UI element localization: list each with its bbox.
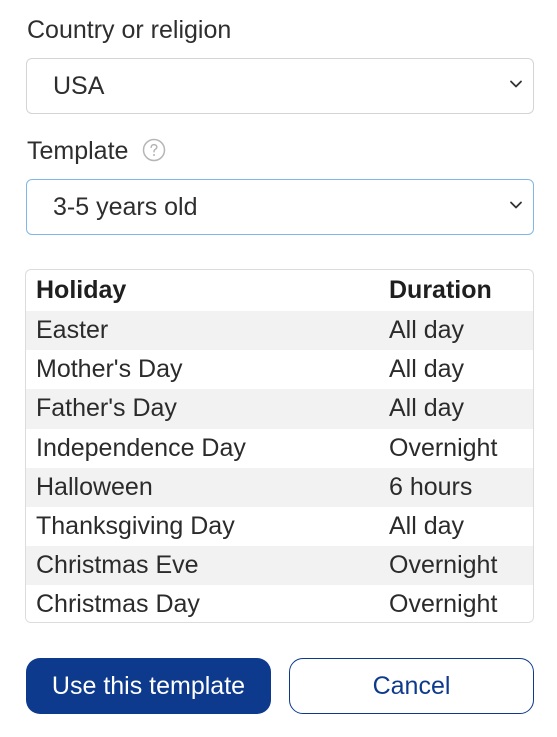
table-row: Halloween 6 hours	[26, 467, 533, 507]
holiday-cell: Christmas Day	[36, 590, 200, 619]
table-row: Thanksgiving Day All day	[26, 506, 533, 547]
country-select[interactable]: USA	[26, 58, 534, 114]
column-header-holiday: Holiday	[36, 276, 127, 304]
table-row: Christmas Eve Overnight	[26, 546, 533, 586]
table-row: Independence Day Overnight	[26, 428, 533, 468]
chevron-down-icon	[510, 201, 522, 209]
template-label-row: Template	[27, 136, 166, 166]
holiday-cell: Father's Day	[36, 394, 177, 423]
column-header-duration: Duration	[389, 276, 492, 304]
holiday-cell: Independence Day	[36, 433, 246, 462]
template-select-value: 3-5 years old	[53, 192, 198, 221]
holiday-cell: Easter	[36, 316, 109, 345]
table-row: Christmas Day Overnight	[26, 585, 533, 622]
duration-cell: All day	[389, 394, 465, 423]
use-template-button[interactable]: Use this template	[26, 658, 271, 714]
holiday-cell: Halloween	[36, 472, 153, 501]
table-row: Easter All day	[26, 311, 533, 351]
duration-cell: All day	[389, 316, 465, 345]
holidays-table: Holiday Duration Easter All day Mother's…	[25, 269, 534, 623]
duration-cell: All day	[389, 355, 465, 384]
country-select-value: USA	[53, 71, 105, 100]
chevron-down-icon	[510, 80, 522, 88]
table-row: Mother's Day All day	[26, 350, 533, 390]
question-circle-icon[interactable]	[142, 138, 166, 162]
duration-cell: Overnight	[389, 590, 498, 619]
holiday-cell: Thanksgiving Day	[36, 512, 235, 541]
table-row: Father's Day All day	[26, 389, 533, 429]
duration-cell: Overnight	[389, 551, 498, 580]
cancel-button[interactable]: Cancel	[289, 658, 534, 714]
country-label: Country or religion	[27, 16, 232, 44]
template-label: Template	[27, 137, 129, 165]
duration-cell: All day	[389, 512, 465, 541]
table-header-row: Holiday Duration	[26, 270, 533, 311]
holiday-cell: Christmas Eve	[36, 551, 199, 580]
duration-cell: 6 hours	[389, 472, 473, 501]
holiday-cell: Mother's Day	[36, 355, 183, 384]
duration-cell: Overnight	[389, 433, 498, 462]
template-select[interactable]: 3-5 years old	[26, 179, 534, 235]
